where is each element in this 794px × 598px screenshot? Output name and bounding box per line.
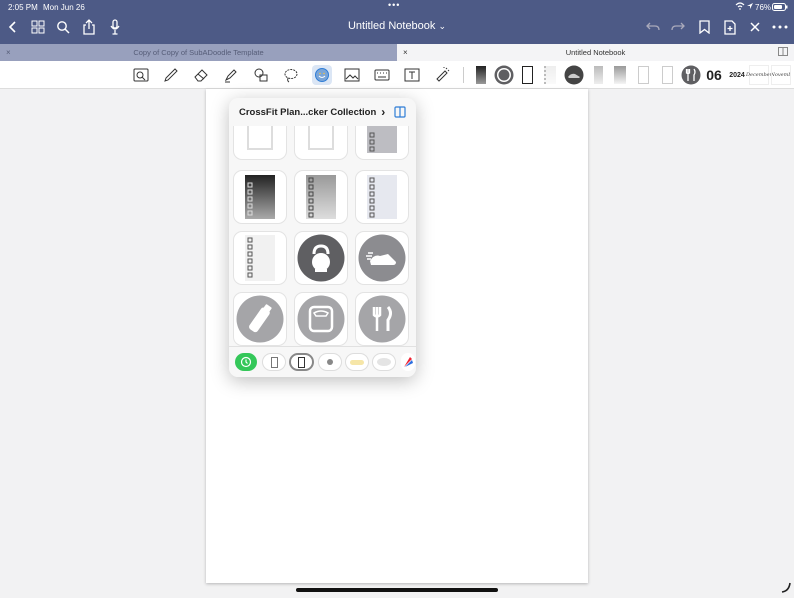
- tab-bar: × Copy of Copy of SubADoodle Template × …: [0, 44, 794, 61]
- pen-tool-icon[interactable]: [162, 66, 180, 84]
- favorite-blank-frame-2-icon[interactable]: [660, 65, 674, 85]
- sticker-popover: CrossFit Plan...cker Collection ›: [229, 98, 416, 377]
- sticker-kettlebell-icon[interactable]: [294, 231, 348, 285]
- favorite-script-month-2[interactable]: Novemb: [771, 65, 791, 85]
- highlighter-tool-icon[interactable]: [222, 66, 240, 84]
- battery-percent: 76%: [755, 3, 772, 12]
- sticker-running-shoe-icon[interactable]: [355, 231, 409, 285]
- sticker-gray-checklist[interactable]: [355, 126, 409, 160]
- sticker-light-gradient-checklist[interactable]: [355, 170, 409, 224]
- favorite-dark-gradient-icon[interactable]: [474, 65, 487, 85]
- bookmark-icon[interactable]: [694, 17, 714, 37]
- status-time: 2:05 PM: [8, 3, 38, 12]
- favorite-faint-checklist-icon[interactable]: [542, 65, 558, 85]
- collection-selector: [229, 346, 416, 377]
- collection-chevron-icon[interactable]: ›: [381, 105, 385, 119]
- sticker-fork-knife-icon[interactable]: [355, 292, 409, 346]
- more-icon[interactable]: [770, 17, 790, 37]
- tab-subadoodle[interactable]: × Copy of Copy of SubADoodle Template: [0, 44, 397, 61]
- top-bar: 2:05 PM Mon Jun 26 ••• 76% Untitled Note…: [0, 0, 794, 44]
- popover-header[interactable]: CrossFit Plan...cker Collection ›: [229, 98, 416, 126]
- shapes-tool-icon[interactable]: [252, 66, 270, 84]
- laser-pointer-icon[interactable]: [433, 66, 451, 84]
- favorite-light-gradient-icon[interactable]: [613, 65, 627, 85]
- undo-icon[interactable]: [643, 17, 663, 37]
- collection-yellow-icon[interactable]: [345, 353, 369, 371]
- sticker-blank-frame[interactable]: [294, 126, 348, 160]
- home-indicator[interactable]: [296, 588, 498, 592]
- text-tool-icon[interactable]: [403, 66, 421, 84]
- tool-bar: 06 2024 December Novemb: [0, 61, 794, 89]
- collection-crossfit-icon[interactable]: [289, 353, 314, 371]
- collection-oval-icon[interactable]: [372, 353, 396, 371]
- sticker-tool-icon[interactable]: [312, 65, 332, 85]
- battery-icon: [772, 3, 788, 13]
- favorite-number[interactable]: 06: [703, 65, 725, 85]
- recent-stickers-icon[interactable]: [235, 353, 257, 371]
- multitasking-dots[interactable]: •••: [388, 0, 400, 10]
- title-chevron-icon: ⌄: [438, 21, 447, 31]
- image-tool-icon[interactable]: [343, 66, 361, 84]
- wifi-icon: [735, 2, 745, 12]
- eraser-tool-icon[interactable]: [192, 66, 210, 84]
- location-icon: [746, 2, 754, 12]
- collection-colorful-icon[interactable]: [401, 353, 415, 371]
- redo-icon[interactable]: [668, 17, 688, 37]
- collection-view-icon[interactable]: [394, 106, 406, 121]
- sticker-medium-gradient-checklist[interactable]: [294, 170, 348, 224]
- sticker-dark-gradient-checklist[interactable]: [233, 170, 287, 224]
- favorite-running-shoe-icon[interactable]: [564, 65, 584, 85]
- split-view-icon[interactable]: [778, 47, 788, 58]
- tab-label: Copy of Copy of SubADoodle Template: [133, 48, 264, 57]
- sticker-grid: [233, 126, 413, 346]
- collection-dot-icon[interactable]: [318, 353, 342, 371]
- sticker-blank-frame[interactable]: [233, 126, 287, 160]
- zoom-image-tool-icon[interactable]: [132, 66, 150, 84]
- status-date: Mon Jun 26: [43, 3, 85, 12]
- sticker-scale-icon[interactable]: [294, 292, 348, 346]
- resize-handle-icon[interactable]: [780, 580, 792, 598]
- toolbar-divider: [463, 67, 464, 83]
- sticker-faint-checklist[interactable]: [233, 231, 287, 285]
- collection-title[interactable]: CrossFit Plan...cker Collection: [239, 107, 376, 118]
- add-page-icon[interactable]: [720, 17, 740, 37]
- sticker-water-bottle-icon[interactable]: [233, 292, 287, 346]
- favorite-blank-frame-icon[interactable]: [636, 65, 650, 85]
- tab-close-icon[interactable]: ×: [403, 48, 408, 57]
- favorite-fork-knife-icon[interactable]: [681, 65, 701, 85]
- lasso-tool-icon[interactable]: [282, 66, 300, 84]
- favorite-script-month[interactable]: December: [746, 65, 772, 85]
- tab-label: Untitled Notebook: [565, 48, 626, 57]
- collection-frame-icon[interactable]: [262, 353, 286, 371]
- favorite-kettlebell-icon[interactable]: [493, 65, 515, 85]
- keyboard-tool-icon[interactable]: [373, 66, 391, 84]
- favorite-gray-strip-icon[interactable]: [592, 65, 604, 85]
- tab-close-icon[interactable]: ×: [6, 48, 11, 57]
- tab-untitled-notebook[interactable]: × Untitled Notebook: [397, 44, 794, 61]
- favorite-year[interactable]: 2024: [727, 65, 747, 85]
- favorite-frame-icon[interactable]: [520, 65, 534, 85]
- close-icon[interactable]: [745, 17, 765, 37]
